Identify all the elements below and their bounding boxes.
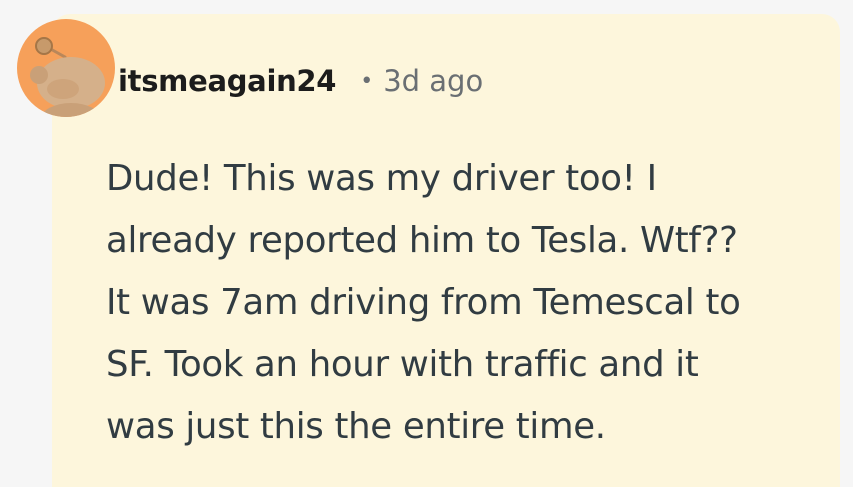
comment-line: SF. Took an hour with traffic and it bbox=[106, 344, 699, 385]
comment-line: Dude! This was my driver too! I bbox=[106, 158, 657, 199]
username-link[interactable]: itsmeagain24 bbox=[118, 64, 337, 98]
comment-line: It was 7am driving from Temescal to bbox=[106, 282, 741, 323]
comment-body: Dude! This was my driver too! I already … bbox=[106, 148, 826, 458]
comment-line: already reported him to Tesla. Wtf?? bbox=[106, 220, 738, 261]
comment-timestamp[interactable]: 3d ago bbox=[383, 64, 483, 98]
comment-header: itsmeagain24 • 3d ago bbox=[118, 56, 483, 106]
user-avatar[interactable] bbox=[17, 19, 115, 117]
meta-separator: • bbox=[360, 68, 374, 94]
comment-line: was just this the entire time. bbox=[106, 406, 606, 447]
snoo-avatar-icon bbox=[30, 37, 105, 117]
